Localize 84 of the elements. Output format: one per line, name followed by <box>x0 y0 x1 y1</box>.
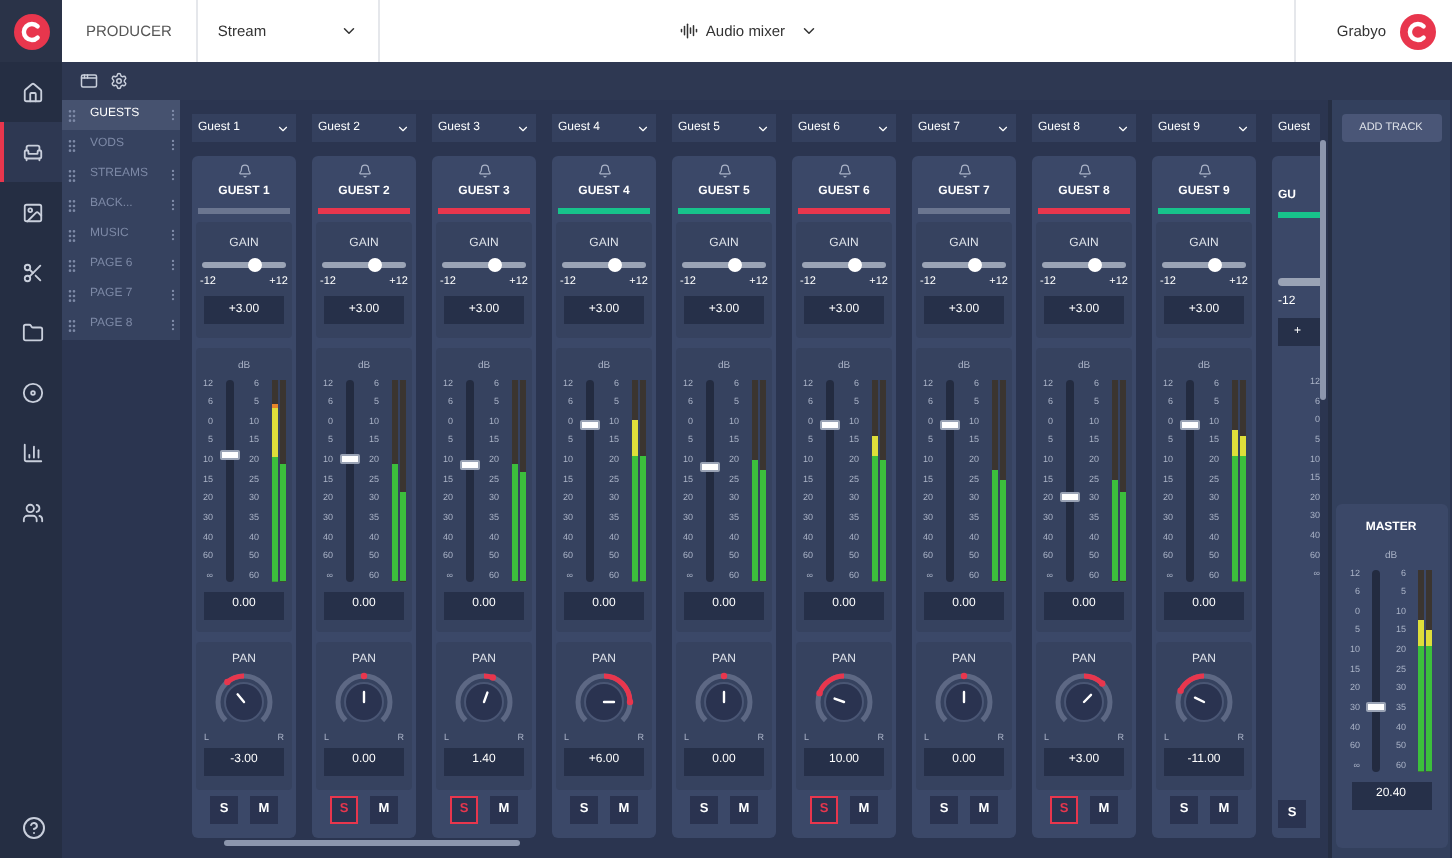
gain-slider-thumb[interactable] <box>487 258 502 272</box>
fader-handle[interactable] <box>1366 701 1386 712</box>
gain-slider-thumb[interactable] <box>847 258 862 272</box>
bell-icon <box>237 164 251 178</box>
chart-icon <box>22 441 44 463</box>
bell-icon <box>1197 164 1211 178</box>
gain-slider-track[interactable] <box>562 262 646 268</box>
gain-slider-track[interactable] <box>1278 278 1320 286</box>
pan-knob-thumb[interactable] <box>720 672 728 680</box>
pan-knob-thumb[interactable] <box>360 672 368 680</box>
scrollbar[interactable] <box>224 840 520 846</box>
gain-slider-track[interactable] <box>682 262 766 268</box>
pan-knob-ring[interactable] <box>1175 673 1233 723</box>
logo-icon <box>13 13 49 49</box>
gain-slider-thumb[interactable] <box>967 258 982 272</box>
fader-handle[interactable] <box>699 462 719 473</box>
chevron-down-icon <box>756 121 770 135</box>
chair-nav-button[interactable] <box>0 122 62 182</box>
bell-icon <box>357 164 371 178</box>
help-icon <box>21 816 45 840</box>
bell-icon <box>717 164 731 178</box>
chair-icon <box>22 141 44 163</box>
pan-knob-thumb[interactable] <box>1177 687 1184 694</box>
pan-knob-ring[interactable] <box>215 673 273 723</box>
chevron-down-icon <box>1116 121 1130 135</box>
fader-handle[interactable] <box>819 420 839 431</box>
chevron-down-icon <box>799 22 818 40</box>
gain-slider-track[interactable] <box>322 262 406 268</box>
logo-icon <box>1400 13 1436 49</box>
pan-knob-ring[interactable] <box>455 673 513 723</box>
bell-icon <box>837 164 851 178</box>
pan-knob-thumb[interactable] <box>489 674 497 681</box>
gain-slider-thumb[interactable] <box>367 258 382 272</box>
chevron-down-icon <box>516 121 530 135</box>
gain-slider-thumb[interactable] <box>607 258 622 272</box>
fader-handle[interactable] <box>939 420 959 431</box>
folder-icon <box>22 321 44 343</box>
bell-icon <box>957 164 971 178</box>
gain-slider-track[interactable] <box>202 262 286 268</box>
fader-handle[interactable] <box>339 454 359 465</box>
settings-icon[interactable] <box>110 72 128 90</box>
pan-knob-ring[interactable] <box>935 672 993 723</box>
pan-knob-thumb[interactable] <box>960 672 968 680</box>
chevron-down-icon <box>876 121 890 135</box>
gain-slider-thumb[interactable] <box>247 258 262 272</box>
chevron-down-icon <box>996 121 1010 135</box>
gain-slider-track[interactable] <box>922 262 1006 268</box>
gain-slider-track[interactable] <box>1162 262 1246 268</box>
waveform-icon <box>679 22 698 40</box>
gain-slider-thumb[interactable] <box>1207 258 1222 272</box>
chevron-down-icon <box>396 121 410 135</box>
fader-track[interactable] <box>1372 569 1380 771</box>
fader-handle[interactable] <box>1059 491 1079 502</box>
bell-icon <box>1077 164 1091 178</box>
bell-icon <box>477 164 491 178</box>
gain-slider-track[interactable] <box>802 262 886 268</box>
gain-slider-thumb[interactable] <box>727 258 742 272</box>
disc-icon <box>22 381 44 403</box>
fader-handle[interactable] <box>219 450 239 461</box>
pan-knob-ring[interactable] <box>695 672 753 723</box>
image-icon <box>22 201 44 223</box>
gain-slider-thumb[interactable] <box>1087 258 1102 272</box>
pan-knob-ring[interactable] <box>815 673 873 723</box>
fader-handle[interactable] <box>579 420 599 431</box>
chevron-down-icon <box>1236 121 1250 135</box>
pan-knob-thumb[interactable] <box>1099 680 1106 687</box>
window-icon[interactable] <box>80 72 98 90</box>
group-icon <box>22 501 44 523</box>
chevron-down-icon <box>276 121 290 135</box>
pan-knob-thumb[interactable] <box>816 689 823 697</box>
pan-knob-ring[interactable] <box>335 672 393 723</box>
gain-slider-track[interactable] <box>442 262 526 268</box>
scissors-icon <box>22 261 44 283</box>
pan-knob-thumb[interactable] <box>626 698 634 706</box>
chevron-down-icon <box>636 121 650 135</box>
gain-slider-track[interactable] <box>1042 262 1126 268</box>
pan-knob-ring[interactable] <box>1055 673 1113 723</box>
home-icon <box>22 81 44 103</box>
chevron-down-icon <box>339 22 358 40</box>
scrollbar[interactable] <box>1320 140 1326 400</box>
pan-knob-thumb[interactable] <box>224 678 231 686</box>
fader-handle[interactable] <box>1179 420 1199 431</box>
bell-icon <box>597 164 611 178</box>
fader-handle[interactable] <box>459 460 479 471</box>
